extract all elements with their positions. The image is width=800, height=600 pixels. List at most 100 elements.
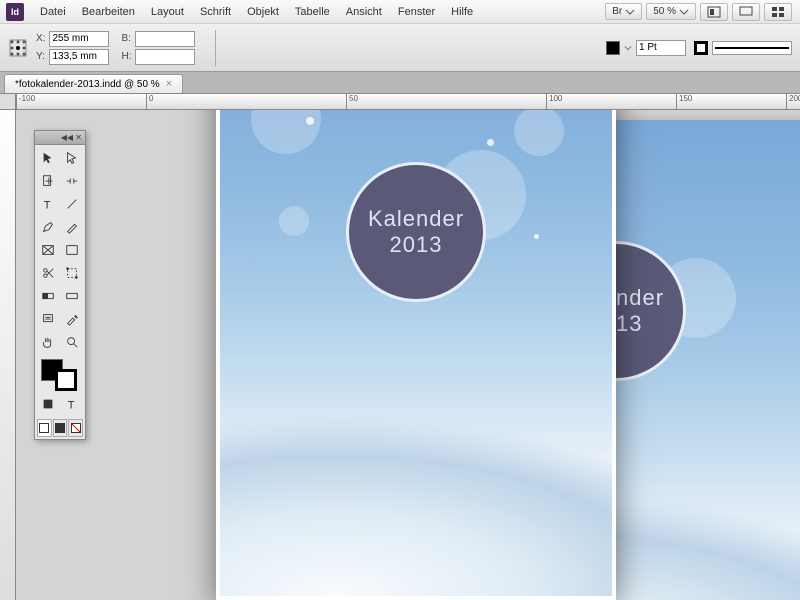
menu-layout[interactable]: Layout — [143, 6, 192, 18]
normal-mode[interactable] — [37, 419, 52, 437]
bridge-button[interactable]: Br — [605, 3, 642, 20]
direct-selection-icon — [65, 151, 79, 165]
menu-hilfe[interactable]: Hilfe — [443, 6, 481, 18]
ruler-tick: 0 — [146, 94, 153, 110]
x-input[interactable] — [49, 31, 109, 47]
menu-ansicht[interactable]: Ansicht — [338, 6, 390, 18]
menu-datei[interactable]: Datei — [32, 6, 74, 18]
line-tool[interactable] — [61, 193, 84, 215]
gap-tool[interactable] — [61, 170, 84, 192]
vertical-ruler — [0, 110, 16, 600]
stroke-swatch[interactable] — [694, 41, 708, 55]
calendar-page-preview: Kalender 2013 — [216, 110, 616, 600]
feather-icon — [65, 289, 79, 303]
ruler-tick: 100 — [546, 94, 562, 110]
x-label: X: — [36, 33, 45, 44]
ruler-tick: 50 — [346, 94, 358, 110]
direct-selection-tool[interactable] — [61, 147, 84, 169]
gap-icon — [65, 174, 79, 188]
zoom-value: 50 % — [653, 6, 676, 17]
bleed-mode[interactable] — [68, 419, 83, 437]
h-label: H: — [121, 51, 131, 62]
rectangle-frame-tool[interactable] — [37, 239, 60, 261]
svg-text:T: T — [44, 199, 51, 211]
eyedropper-tool[interactable] — [61, 308, 84, 330]
stroke-style-group — [694, 41, 792, 55]
fill-stroke-group — [606, 40, 686, 56]
gradient-feather-tool[interactable] — [61, 285, 84, 307]
menu-schrift[interactable]: Schrift — [192, 6, 239, 18]
hand-icon — [41, 335, 55, 349]
rect-frame-icon — [41, 243, 55, 257]
note-icon — [41, 312, 55, 326]
close-icon[interactable]: × — [166, 78, 172, 90]
horizontal-ruler: -100 0 50 100 150 200 — [16, 94, 800, 110]
arrange-button[interactable] — [764, 3, 792, 21]
ruler-tick: 150 — [676, 94, 692, 110]
pencil-icon — [65, 220, 79, 234]
size-group: B: H: — [121, 31, 195, 65]
rectangle-tool[interactable] — [61, 239, 84, 261]
transform-icon — [65, 266, 79, 280]
stroke-style-dropdown[interactable] — [712, 41, 792, 55]
panel-header[interactable]: ◀◀ ✕ — [35, 131, 85, 145]
selection-tool[interactable] — [37, 147, 60, 169]
page-tool[interactable] — [37, 170, 60, 192]
menu-bar: Id Datei Bearbeiten Layout Schrift Objek… — [0, 0, 800, 24]
bridge-label: Br — [612, 6, 622, 17]
h-input[interactable] — [135, 49, 195, 65]
reference-point-icon[interactable] — [8, 38, 28, 58]
document-tab[interactable]: *fotokalender-2013.indd @ 50 % × — [4, 74, 183, 93]
ruler-tick: -100 — [16, 94, 35, 110]
free-transform-tool[interactable] — [61, 262, 84, 284]
menu-fenster[interactable]: Fenster — [390, 6, 443, 18]
fill-swatch[interactable] — [606, 41, 620, 55]
canvas[interactable]: Kalender 2013 Kalender 2013 — [16, 110, 800, 600]
ruler-tick: 200 — [786, 94, 800, 110]
hand-tool[interactable] — [37, 331, 60, 353]
chevron-down-icon — [679, 7, 689, 17]
position-group: X: Y: — [36, 31, 109, 65]
chevron-down-icon — [625, 7, 635, 17]
zoom-tool[interactable] — [61, 331, 84, 353]
screen-mode-button[interactable] — [732, 3, 760, 21]
calendar-year: 2013 — [390, 232, 443, 258]
app-icon: Id — [6, 3, 24, 21]
gradient-swatch-tool[interactable] — [37, 285, 60, 307]
pen-tool[interactable] — [37, 216, 60, 238]
grid-icon — [771, 6, 785, 18]
menu-objekt[interactable]: Objekt — [239, 6, 287, 18]
preview-mode[interactable] — [53, 419, 68, 437]
pencil-tool[interactable] — [61, 216, 84, 238]
view-mode-button[interactable] — [700, 3, 728, 21]
format-text-button[interactable]: T — [61, 393, 84, 415]
screen-icon — [739, 6, 753, 18]
menu-tabelle[interactable]: Tabelle — [287, 6, 338, 18]
tools-panel: ◀◀ ✕ T — [34, 130, 86, 440]
pen-icon — [41, 220, 55, 234]
text-format-icon: T — [65, 397, 79, 411]
zoom-dropdown[interactable]: 50 % — [646, 3, 696, 20]
stroke-weight-input[interactable] — [636, 40, 686, 56]
view-mode-row — [35, 417, 85, 439]
tab-title: *fotokalender-2013.indd @ 50 % — [15, 79, 160, 90]
scissors-tool[interactable] — [37, 262, 60, 284]
apply-color-button[interactable] — [37, 393, 60, 415]
rect-icon — [65, 243, 79, 257]
type-tool[interactable]: T — [37, 193, 60, 215]
stroke-color[interactable] — [55, 369, 77, 391]
note-tool[interactable] — [37, 308, 60, 330]
line-icon — [65, 197, 79, 211]
gradient-icon — [41, 289, 55, 303]
page-icon — [41, 174, 55, 188]
w-input[interactable] — [135, 31, 195, 47]
menu-bearbeiten[interactable]: Bearbeiten — [74, 6, 143, 18]
control-bar: X: Y: B: H: — [0, 24, 800, 72]
y-input[interactable] — [49, 49, 109, 65]
chevron-down-icon[interactable] — [624, 44, 632, 52]
scissors-icon — [41, 266, 55, 280]
fill-stroke-swatches[interactable] — [35, 355, 85, 391]
workspace: -100 0 50 100 150 200 Kalender 2013 — [0, 94, 800, 600]
w-label: B: — [121, 33, 131, 44]
calendar-title: Kalender — [368, 206, 464, 232]
